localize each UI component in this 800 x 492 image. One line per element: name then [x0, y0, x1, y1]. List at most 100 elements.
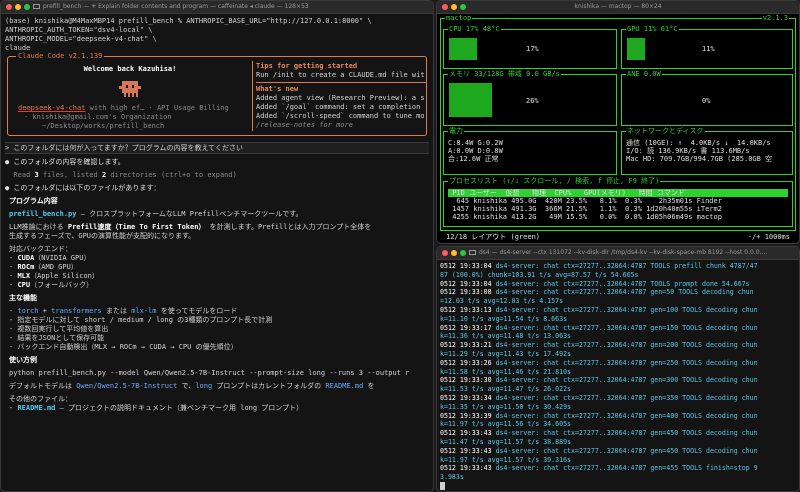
log-timestamp: 0512 19:33:13: [440, 305, 492, 314]
other-heading: その他のファイル：: [9, 395, 72, 403]
other-file-desc: — プロジェクトの説明ドキュメント（兼ベンチマーク用 long プロンプト）: [55, 404, 304, 412]
path-line: ~/Desktop/works/prefill_bench: [42, 122, 165, 130]
claude-code-banner: Claude Code v2.1.139 Welcome back Kazuhi…: [7, 52, 427, 136]
memory-title: メモリ 33/128G 帯域 0.0 GB/s: [448, 70, 561, 79]
power-title: 電力: [448, 127, 464, 136]
network-title: ネットワークとディスク: [626, 127, 705, 136]
feature-item: - torch + transformers または mlx-lm を使ってモデ…: [5, 307, 429, 316]
left-titlebar[interactable]: prefill_bench — ✳ Explain folder content…: [1, 1, 433, 14]
ane-value: 0%: [702, 97, 711, 105]
shell-line: (base) knishika@M4MaxMBP14 prefill_bench…: [5, 17, 372, 25]
log-line: 0512 19:33:30 ds4-server: chat ctx=27277…: [440, 376, 796, 385]
backend-note: （Apple Silicon）: [30, 272, 99, 280]
ane-title: ANE 0.0W: [626, 70, 662, 79]
assistant-message: ● このフォルダには以下のファイルがあります：: [5, 184, 161, 192]
power-line: A:0.0W D:0.8W: [448, 147, 503, 155]
minimize-button[interactable]: [451, 250, 457, 256]
tool-summary[interactable]: Read 3 files, listed 2 directories (ctrl…: [5, 171, 429, 180]
claude-mascot-icon: [119, 81, 141, 99]
log-text: ds4-server: chat ctx=27277..32064:4787 T…: [491, 279, 750, 288]
assistant-message: ● このフォルダの内容を確認します。: [5, 158, 125, 166]
log-timestamp: 0512 19:33:26: [440, 358, 492, 367]
window-title: prefill_bench — ✳ Explain folder content…: [33, 3, 309, 10]
log-text: ds4-server: chat ctx=27277..32064:4787 g…: [491, 446, 758, 455]
ds4-server-window[interactable]: ds4 — ds4-server --ctx 131072 --kv-disk-…: [436, 246, 800, 492]
whats-new-item: Added `/scroll-speed` command to tune mo…: [256, 112, 424, 120]
log-text: 3.983s: [440, 473, 464, 482]
backend-item: - MLX（Apple Silicon）: [9, 272, 99, 280]
ds4-log-content[interactable]: 0512 19:33:04 ds4-server: chat ctx=27277…: [437, 260, 799, 491]
mactop-titlebar[interactable]: knishika — mactop — 80×24: [437, 1, 799, 14]
close-button[interactable]: [6, 4, 12, 10]
log-line: k=11.10 t/s avg=11.54 t/s 8.663s: [440, 315, 796, 324]
log-text: ds4-server: chat ctx=27277..32064:4787 g…: [491, 305, 758, 314]
zoom-button[interactable]: [24, 4, 30, 10]
log-line: =12.03 t/s avg=12.03 t/s 4.157s: [440, 297, 796, 306]
default-readme: README.md: [325, 382, 364, 390]
window-title: ds4 — ds4-server --ctx 131072 --kv-disk-…: [469, 249, 767, 256]
release-notes-link[interactable]: /release-notes for more: [256, 121, 424, 130]
gpu-panel: GPU 11% 61°C 11%: [621, 25, 793, 69]
backend-note: （AMD GPU）: [34, 263, 78, 271]
process-row[interactable]: 1457 knishika 491.3G 366M 21.5% 1.1% 0.3…: [448, 205, 788, 213]
log-text: k=11.36 t/s avg=11.48 t/s 13.063s: [440, 332, 572, 341]
cpu-panel: CPU 17% 48°C 17%: [443, 25, 617, 69]
log-text: ds4-server: chat ctx=27277..32064:4787 g…: [491, 429, 758, 438]
close-button[interactable]: [442, 250, 448, 256]
window-controls: [442, 250, 466, 256]
ds4-titlebar[interactable]: ds4 — ds4-server --ctx 131072 --kv-disk-…: [437, 247, 799, 260]
description-line: 生成するフェーズで、GPUの演算性能が支配的になります。: [9, 232, 196, 240]
feature-mid: +: [38, 307, 52, 315]
log-text: ds4-server: chat ctx=27277..32064:4787 g…: [491, 376, 758, 385]
backend-note: （フォールバック）: [30, 281, 94, 289]
log-line: k=11.58 t/s avg=11.46 t/s 21.810s: [440, 368, 796, 377]
backend-item: - CPU（フォールバック）: [9, 281, 94, 289]
feature-item: - 結果をJSONとして保存可能: [9, 334, 105, 342]
log-line: 0512 19:33:17 ds4-server: chat ctx=27277…: [440, 324, 796, 333]
log-timestamp: 0512 19:33:17: [440, 323, 492, 332]
mactop-content: mactop v2.1.3 CPU 17% 48°C 17% GPU 11% 6…: [440, 14, 796, 241]
log-text: k=11.10 t/s avg=11.54 t/s 8.663s: [440, 314, 568, 323]
process-row[interactable]: 645 knishika 495.0G 420M 23.5% 8.1% 0.3%…: [448, 197, 788, 205]
whats-new-item: Added `/goal` command: set a completion …: [256, 103, 424, 111]
model-line: deepseek-v4-chat with high ef… · API Usa…: [12, 104, 248, 113]
power-line: 合:12.6W 正常: [448, 155, 499, 163]
zoom-button[interactable]: [460, 250, 466, 256]
log-line: 0512 19:33:04 ds4-server: chat ctx=27277…: [440, 262, 796, 271]
log-timestamp: 0512 19:33:43: [440, 429, 492, 438]
whats-new-item: Added agent view (Research Preview): a s…: [256, 94, 424, 102]
log-timestamp: 0512 19:33:08: [440, 288, 492, 297]
feature-item: - 指定モデルに対して short / medium / long の3種類のプ…: [9, 316, 273, 324]
log-line: k=11.97 t/s avg=11.57 t/s 39.316s: [440, 456, 796, 465]
billing-text: with high ef… · API Usage Billing: [85, 104, 229, 112]
cursor-icon: [440, 481, 445, 490]
claude-terminal-window[interactable]: prefill_bench — ✳ Explain folder content…: [0, 0, 434, 492]
shell-line: ANTHROPIC_AUTH_TOKEN="dsv4-local" \: [5, 26, 153, 34]
log-line: 0512 19:33:43 ds4-server: chat ctx=27277…: [440, 447, 796, 456]
network-line: 通信 (10GE): ↑ 4.0KB/s ↓ 14.0KB/s: [626, 139, 771, 147]
org-line: · knishika@gmail.com's Organization: [24, 113, 172, 121]
desc-pre: LLM推論における: [9, 223, 68, 231]
log-text: 87 (100.0%) chunk=103.91 t/s avg=87.57 t…: [440, 270, 639, 279]
process-list-panel[interactable]: プロセスリスト (↑/↓ スクロール, / 検索, f 停止, F9 終了) P…: [443, 177, 793, 227]
process-row[interactable]: 4255 knishika 413.2G 49M 15.5% 0.0% 0.0%…: [448, 213, 788, 221]
log-text: ds4-server: chat ctx=27277..32064:4787 g…: [491, 288, 754, 297]
log-text: k=11.97 t/s avg=11.57 t/s 39.316s: [440, 455, 572, 464]
log-line: 0512 19:33:26 ds4-server: chat ctx=27277…: [440, 359, 796, 368]
log-text: ds4-server: chat ctx=27277..32064:4787 g…: [491, 464, 758, 473]
tips-text: Run /init to create a CLAUDE.md file wit…: [256, 71, 424, 79]
log-line: k=11.35 t/s avg=11.50 t/s 30.429s: [440, 403, 796, 412]
terminal-content[interactable]: (base) knishika@M4MaxMBP14 prefill_bench…: [1, 14, 433, 491]
code-mlx-lm: mlx-lm: [131, 307, 157, 315]
description-line: LLM推論における Prefill速度（Time To First Token）…: [5, 223, 429, 232]
usage-command: python prefill_bench.py --model Qwen/Qwe…: [9, 369, 410, 377]
mactop-version: v2.1.3: [761, 14, 789, 23]
minimize-button[interactable]: [15, 4, 21, 10]
mactop-window[interactable]: knishika — mactop — 80×24 mactop v2.1.3 …: [436, 0, 800, 244]
log-timestamp: 0512 19:33:39: [440, 411, 492, 420]
gpu-value: 11%: [702, 45, 715, 53]
default-post: を: [363, 382, 375, 390]
gpu-title: GPU 11% 61°C: [626, 25, 679, 34]
code-transformers: transformers: [51, 307, 102, 315]
shell-line: ANTHROPIC_MODEL="deepseek-v4-chat" \: [5, 35, 157, 43]
